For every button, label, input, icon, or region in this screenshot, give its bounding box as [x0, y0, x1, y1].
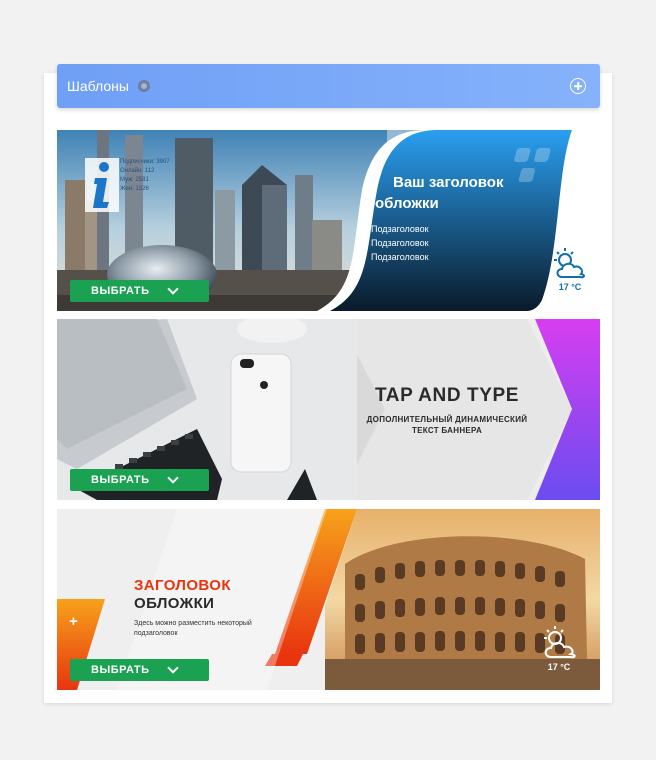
select-template-button[interactable]: ВЫБРАТЬ: [70, 659, 209, 681]
select-button-label: ВЫБРАТЬ: [91, 664, 150, 676]
banner-title: TAP AND TYPE: [374, 385, 520, 406]
banner-title: Ваш заголовок обложки: [375, 172, 555, 214]
banner-title-line: Ваш заголовок: [393, 174, 504, 191]
temperature-label: 17 °C: [558, 282, 582, 292]
stat-line: Жен: 1326: [120, 186, 149, 192]
banner-subtitle-line: подзаголовок: [134, 630, 178, 637]
banner-title-line: обложки: [375, 195, 439, 212]
template-card-tap-and-type[interactable]: TAP AND TYPE ДОПОЛНИТЕЛЬНЫЙ ДИНАМИЧЕСКИЙ…: [57, 319, 600, 500]
select-button-label: ВЫБРАТЬ: [91, 285, 150, 297]
subtitle-list: Подзаголовок Подзаголовок Подзаголовок: [357, 222, 429, 264]
banner-title-second-line: ОБЛОЖКИ: [134, 595, 215, 612]
select-template-button[interactable]: ВЫБРАТЬ: [70, 280, 209, 302]
template-card-city[interactable]: Подписчики: 3907 Онлайн: 112 Муж: 2581 Ж…: [57, 130, 600, 311]
stat-line: Муж: 2581: [120, 177, 149, 183]
add-template-button[interactable]: [570, 78, 586, 94]
plus-icon: +: [69, 613, 78, 630]
partly-cloudy-icon: [554, 248, 585, 279]
list-item: Подзаголовок: [357, 236, 429, 250]
loading-icon: [137, 80, 150, 92]
template-card-colosseum[interactable]: + ЗАГОЛОВОК ОБЛОЖКИ Здесь можно размести…: [57, 509, 600, 690]
chevron-down-icon: [167, 472, 179, 484]
banner-subtitle: Здесь можно разместить некоторый подзаго…: [134, 619, 284, 639]
chevron-down-icon: [167, 283, 179, 295]
stats-block: Подписчики: 3907 Онлайн: 112 Муж: 2581 Ж…: [120, 158, 170, 194]
stat-line: Подписчики: 3907: [120, 159, 170, 165]
weather-widget: 17 °C: [550, 247, 590, 295]
stat-line: Онлайн: 112: [120, 168, 155, 174]
list-item: Подзаголовок: [357, 222, 429, 236]
temperature-label: 17 °C: [547, 662, 571, 672]
select-template-button[interactable]: ВЫБРАТЬ: [70, 469, 209, 491]
partly-cloudy-icon: [544, 626, 576, 659]
info-logo-icon: [85, 158, 119, 212]
select-button-label: ВЫБРАТЬ: [91, 474, 150, 486]
chevron-down-icon: [167, 662, 179, 674]
banner-title: ЗАГОЛОВОК: [134, 577, 231, 594]
templates-header: Шаблоны: [57, 64, 600, 108]
banner-subtitle-line: ТЕКСТ БАННЕРА: [411, 426, 483, 435]
banner-subtitle-line: ДОПОЛНИТЕЛЬНЫЙ ДИНАМИЧЕСКИЙ: [366, 415, 528, 424]
header-title: Шаблоны: [67, 78, 129, 94]
banner-subtitle-line: Здесь можно разместить некоторый: [134, 620, 252, 627]
list-item: Подзаголовок: [357, 250, 429, 264]
weather-widget: 17 °C: [535, 624, 583, 674]
banner-subtitle: ДОПОЛНИТЕЛЬНЫЙ ДИНАМИЧЕСКИЙ ТЕКСТ БАННЕР…: [357, 414, 537, 436]
